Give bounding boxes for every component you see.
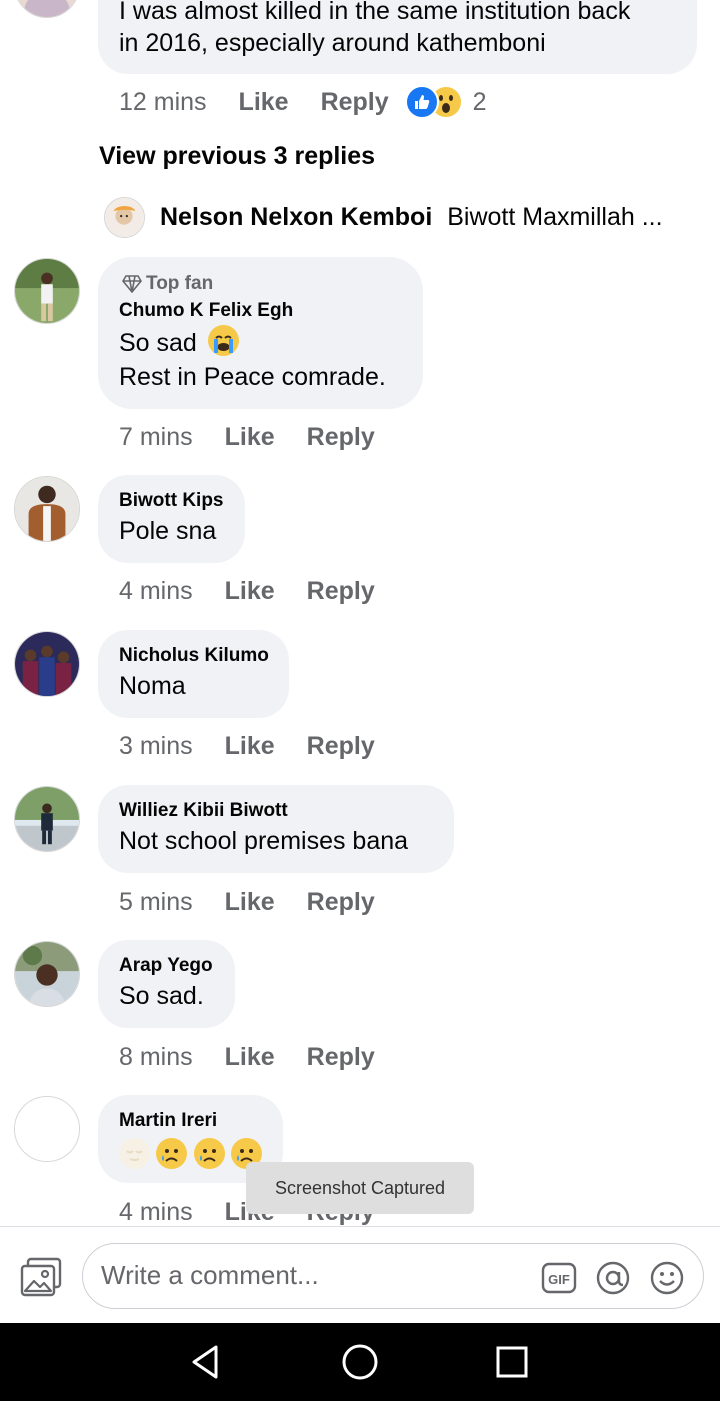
comment-time: 3 mins xyxy=(119,731,193,760)
avatar[interactable] xyxy=(14,941,80,1007)
reply-author[interactable]: Nelson Nelxon Kemboi xyxy=(160,203,432,231)
at-icon[interactable] xyxy=(595,1260,631,1296)
comment-bubble[interactable]: Nicholus Kilumo Noma xyxy=(98,630,289,718)
comment-bubble[interactable]: I was almost killed in the same institut… xyxy=(98,0,697,74)
comment-input[interactable]: Write a comment... GIF xyxy=(82,1243,704,1309)
comment-author[interactable]: Martin Ireri xyxy=(119,1109,217,1133)
badge-label: Top fan xyxy=(146,273,214,294)
comment-bubble[interactable]: Biwott Kips Pole sna xyxy=(98,475,245,563)
reply-button[interactable]: Reply xyxy=(307,1043,375,1072)
comment-text: Not school premises bana xyxy=(119,827,409,855)
comment-time: 7 mins xyxy=(119,422,193,451)
like-button[interactable]: Like xyxy=(225,888,275,917)
comment-time: 12 mins xyxy=(119,87,207,116)
comment-time: 5 mins xyxy=(119,887,193,916)
view-previous-replies-link[interactable]: View previous 3 replies xyxy=(99,142,375,171)
relieved-emoji-icon xyxy=(119,1138,150,1169)
comment-meta: 4 mins Like Reply xyxy=(119,573,407,609)
avatar[interactable] xyxy=(14,476,80,542)
like-button[interactable]: Like xyxy=(225,732,275,761)
top-fan-badge: Top fan xyxy=(122,272,213,296)
comment-author[interactable]: Nicholus Kilumo xyxy=(119,644,269,668)
recents-icon[interactable] xyxy=(492,1342,532,1382)
like-button[interactable]: Like xyxy=(225,423,275,452)
comment-text: in 2016, especially around kathemboni xyxy=(119,29,546,57)
comment-time: 4 mins xyxy=(119,1197,193,1226)
comment-text: Rest in Peace comrade. xyxy=(119,363,386,391)
comment-author[interactable]: Arap Yego xyxy=(119,954,213,978)
reply-snippet: Biwott Maxmillah ... xyxy=(447,203,663,231)
comment-bubble[interactable]: Arap Yego So sad. xyxy=(98,940,235,1028)
comment-text: So sad. xyxy=(119,982,204,1010)
comment-text: I was almost killed in the same institut… xyxy=(119,0,631,25)
comment-time: 4 mins xyxy=(119,576,193,605)
gif-label: GIF xyxy=(548,1272,570,1287)
gif-icon[interactable]: GIF xyxy=(541,1260,577,1296)
comment-time: 8 mins xyxy=(119,1042,193,1071)
comment-meta: 5 mins Like Reply xyxy=(119,884,407,920)
sad-tear-emoji-icon xyxy=(156,1138,188,1169)
comment-meta: 3 mins Like Reply xyxy=(119,728,407,764)
comment-emojis xyxy=(119,1138,263,1169)
comment-author[interactable]: Williez Kibii Biwott xyxy=(119,799,288,823)
comment-meta: 12 mins Like Reply 2 xyxy=(119,84,487,120)
home-icon[interactable] xyxy=(340,1342,380,1382)
reply-button[interactable]: Reply xyxy=(321,88,389,117)
avatar[interactable] xyxy=(14,631,80,697)
comment-meta: 7 mins Like Reply xyxy=(119,419,407,455)
comment-bubble[interactable]: Top fan Chumo K Felix Egh So sad Rest in… xyxy=(98,257,423,409)
reply-button[interactable]: Reply xyxy=(307,423,375,452)
system-nav-bar xyxy=(0,1323,720,1401)
avatar[interactable] xyxy=(14,1096,80,1162)
screenshot-toast: Screenshot Captured xyxy=(246,1162,474,1214)
comment-text: Pole sna xyxy=(119,517,217,545)
like-button[interactable]: Like xyxy=(225,577,275,606)
comment-placeholder: Write a comment... xyxy=(101,1260,319,1290)
reply-button[interactable]: Reply xyxy=(307,577,375,606)
latest-reply-preview[interactable]: Nelson Nelxon Kemboi Biwott Maxmillah ..… xyxy=(160,203,663,232)
crying-emoji-icon xyxy=(207,325,239,356)
reaction-summary[interactable]: 2 xyxy=(404,85,487,119)
reply-button[interactable]: Reply xyxy=(307,732,375,761)
thumbs-up-icon xyxy=(404,85,439,119)
comment-meta: 8 mins Like Reply xyxy=(119,1039,407,1075)
reply-button[interactable]: Reply xyxy=(307,888,375,917)
comment-author[interactable]: Biwott Kips xyxy=(119,489,224,513)
avatar[interactable] xyxy=(14,0,80,18)
comment-text: Noma xyxy=(119,672,186,700)
diamond-icon xyxy=(122,275,142,293)
comment-composer: Write a comment... GIF xyxy=(0,1226,720,1323)
like-button[interactable]: Like xyxy=(225,1043,275,1072)
back-icon[interactable] xyxy=(186,1342,226,1382)
emoji-icon[interactable] xyxy=(649,1260,685,1296)
avatar[interactable] xyxy=(104,197,145,238)
reaction-count: 2 xyxy=(472,87,487,116)
avatar[interactable] xyxy=(14,258,80,324)
comment-feed[interactable]: I was almost killed in the same institut… xyxy=(0,0,720,1226)
avatar[interactable] xyxy=(14,786,80,852)
sad-tear-emoji-icon xyxy=(193,1138,225,1169)
comment-bubble[interactable]: Williez Kibii Biwott Not school premises… xyxy=(98,785,454,873)
comment-text: So sad xyxy=(119,325,239,361)
comment-author[interactable]: Chumo K Felix Egh xyxy=(119,299,293,323)
like-button[interactable]: Like xyxy=(239,88,289,117)
photo-icon[interactable] xyxy=(20,1257,62,1297)
